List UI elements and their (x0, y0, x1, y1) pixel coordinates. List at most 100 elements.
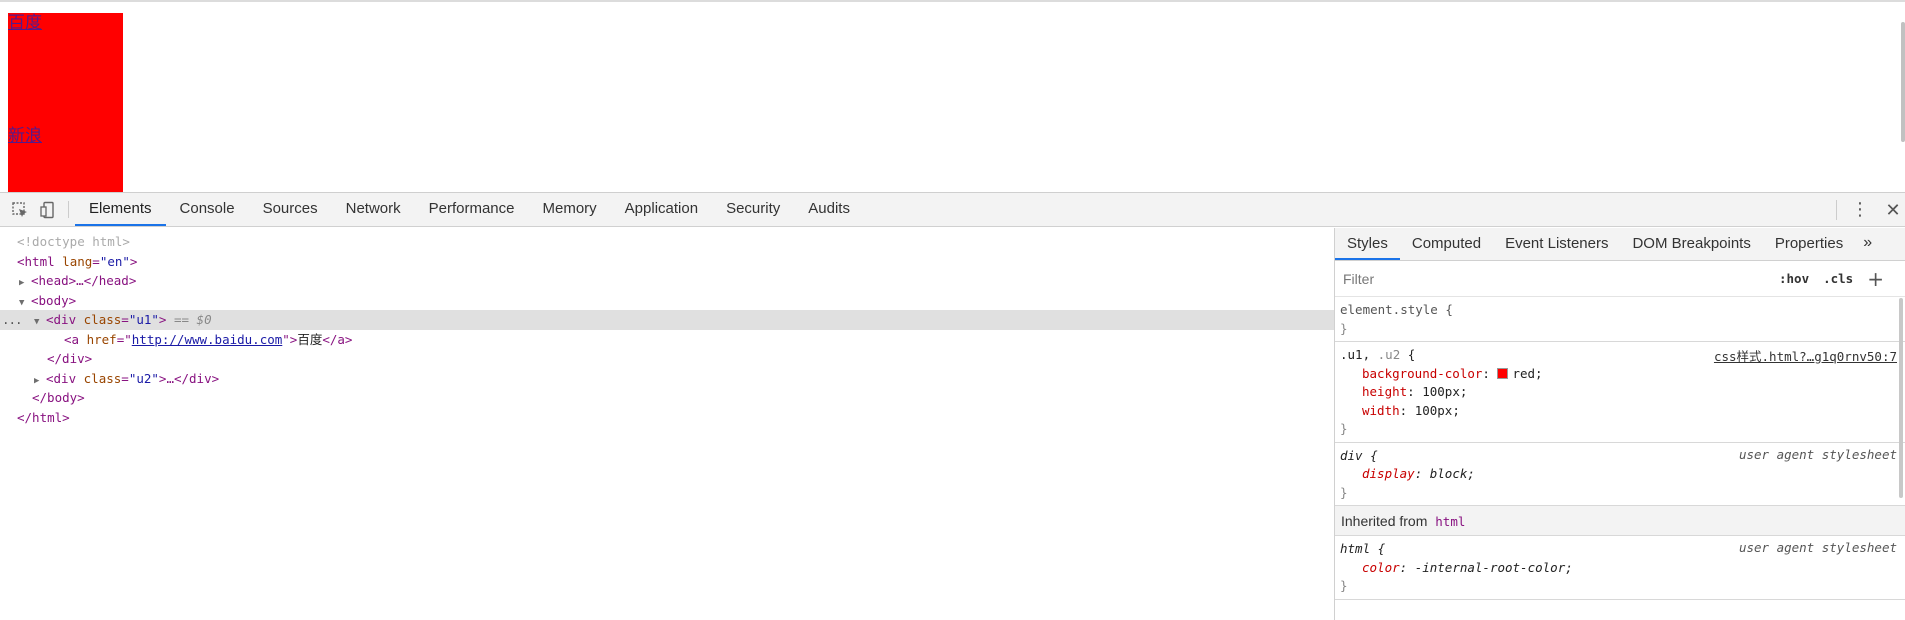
prop-value: 100px; (1422, 384, 1468, 399)
lang-value: "en" (99, 253, 130, 269)
ua-source-label: user agent stylesheet (1738, 540, 1897, 555)
styles-sidebar: Styles Computed Event Listeners DOM Brea… (1334, 228, 1905, 620)
head-tag: <head>…</head> (31, 273, 137, 288)
decl-height[interactable]: height: 100px; (1340, 383, 1899, 402)
dom-line-doctype[interactable]: <!doctype html> (0, 232, 1334, 252)
hov-button[interactable]: :hov (1779, 271, 1809, 286)
sidebar-scrollbar[interactable] (1899, 298, 1903, 498)
inherited-label: Inherited from (1341, 513, 1428, 529)
inspect-element-icon[interactable] (6, 193, 34, 227)
rule-open-brace: { (1407, 347, 1416, 362)
dom-line-html[interactable]: <html lang="en"> (0, 252, 1334, 272)
tab-event-listeners[interactable]: Event Listeners (1493, 228, 1620, 260)
tab-security[interactable]: Security (712, 193, 794, 226)
tab-audits[interactable]: Audits (794, 193, 864, 226)
rule-selector: html { (1340, 541, 1386, 556)
rule-close-brace: } (1340, 484, 1348, 500)
dom-tree: <!doctype html> <html lang="en"> ▶ <head>… (0, 228, 1334, 620)
dom-line-body[interactable]: ▼ <body> (0, 291, 1334, 311)
dom-line-head[interactable]: ▶ <head>…</head> (0, 271, 1334, 291)
prop-name: display (1362, 466, 1415, 481)
more-dots-icon[interactable]: ... (2, 310, 23, 330)
toolbar-right: ⋮ ✕ (1836, 193, 1905, 227)
tab-dom-breakpoints[interactable]: DOM Breakpoints (1620, 228, 1762, 260)
filter-row: Filter :hov .cls + (1335, 261, 1905, 297)
rule-html-ua[interactable]: user agent stylesheet html { color: -int… (1335, 536, 1905, 600)
page-viewport: 百度 新浪 (0, 0, 1905, 194)
toolbar-divider-right (1836, 200, 1837, 220)
collapsed-div-close: …</div> (166, 370, 220, 386)
a-close-tag: </a> (322, 331, 353, 347)
rule-element-style[interactable]: element.style { } (1335, 297, 1905, 342)
decl-color[interactable]: color: -internal-root-color; (1340, 559, 1899, 578)
cls-button[interactable]: .cls (1823, 271, 1853, 286)
prop-name: color (1362, 559, 1400, 575)
tab-styles[interactable]: Styles (1335, 228, 1400, 260)
lang-attr: lang (62, 253, 93, 269)
dom-line-div-u1[interactable]: ... ▼ <div class="u1"> == $0 (0, 310, 1334, 330)
class-value-u2: "u2" (128, 370, 159, 386)
selector-u2: .u2 (1377, 347, 1401, 362)
inherited-from-header: Inherited from html (1335, 506, 1905, 536)
a-text: 百度 (297, 331, 323, 347)
tab-properties[interactable]: Properties (1763, 228, 1855, 260)
dom-line-a[interactable]: <a href="http://www.baidu.com">百度</a> (0, 330, 1334, 350)
dom-line-body-close[interactable]: </body> (0, 388, 1334, 408)
dom-line-html-close[interactable]: </html> (0, 408, 1334, 428)
selected-node-marker: == $0 (173, 312, 212, 327)
color-swatch-icon[interactable] (1497, 367, 1509, 379)
tab-application[interactable]: Application (611, 193, 712, 226)
rule-source-link[interactable]: css样式.html?…g1q0rnv50:7 (1714, 346, 1897, 365)
prop-name: width (1362, 402, 1400, 418)
dom-line-div-u2[interactable]: ▶ <div class="u2">…</div> (0, 369, 1334, 389)
doctype-text: <!doctype html> (17, 234, 130, 249)
devtools-toolbar: Elements Console Sources Network Perform… (0, 193, 1905, 227)
tab-computed[interactable]: Computed (1400, 228, 1493, 260)
prop-value: -internal-root-color; (1414, 559, 1573, 575)
selector-u1: .u1 (1340, 347, 1363, 362)
div-open-tag: <div (46, 312, 77, 327)
devtools-panel: Elements Console Sources Network Perform… (0, 192, 1905, 620)
sidebar-tabs: Styles Computed Event Listeners DOM Brea… (1335, 228, 1905, 261)
filter-input[interactable]: Filter (1339, 265, 1765, 292)
html-open-tag: <html (17, 253, 55, 269)
baidu-link[interactable]: 百度 (8, 13, 42, 33)
sina-link[interactable]: 新浪 (8, 126, 42, 146)
close-icon[interactable]: ✕ (1881, 200, 1905, 221)
body-open-tag: <body> (31, 292, 77, 308)
selector-separator: , (1362, 347, 1371, 362)
dom-line-div-close[interactable]: </div> (0, 349, 1334, 369)
decl-background-color[interactable]: background-color: red; (1340, 365, 1899, 384)
prop-value: red; (1512, 365, 1543, 381)
more-tabs-chevron-icon[interactable]: » (1855, 228, 1880, 260)
toolbar-divider (68, 201, 69, 218)
rule-div-ua[interactable]: user agent stylesheet div { display: blo… (1335, 443, 1905, 506)
href-attr: href (86, 331, 117, 347)
device-toolbar-icon[interactable] (34, 193, 62, 227)
ua-source-label: user agent stylesheet (1738, 446, 1897, 462)
inherited-tag-link[interactable]: html (1435, 514, 1465, 529)
decl-display[interactable]: display: block; (1340, 465, 1899, 484)
tab-elements[interactable]: Elements (75, 193, 166, 226)
page-scrollbar[interactable] (1901, 22, 1905, 142)
tab-console[interactable]: Console (166, 193, 249, 226)
kebab-menu-icon[interactable]: ⋮ (1849, 201, 1871, 219)
tab-performance[interactable]: Performance (415, 193, 529, 226)
class-attr: class (83, 312, 122, 327)
tab-network[interactable]: Network (332, 193, 415, 226)
prop-value: 100px; (1414, 402, 1460, 418)
div-close-tag: </div> (47, 351, 93, 366)
rule-close-brace: } (1340, 320, 1348, 336)
tab-memory[interactable]: Memory (529, 193, 611, 226)
rule-selector: div { (1340, 447, 1378, 463)
tab-sources[interactable]: Sources (249, 193, 332, 226)
prop-name: background-color (1362, 365, 1483, 381)
rule-u1-u2[interactable]: css样式.html?…g1q0rnv50:7 .u1, .u2 { backg… (1335, 342, 1905, 443)
new-rule-plus-icon[interactable]: + (1867, 267, 1884, 291)
div-u2: 新浪 (8, 126, 123, 194)
href-link[interactable]: http://www.baidu.com (132, 332, 283, 347)
decl-width[interactable]: width: 100px; (1340, 402, 1899, 421)
class-attr: class (83, 370, 122, 386)
body-close-tag: </body> (32, 390, 85, 405)
div-open-tag: <div (46, 370, 77, 386)
